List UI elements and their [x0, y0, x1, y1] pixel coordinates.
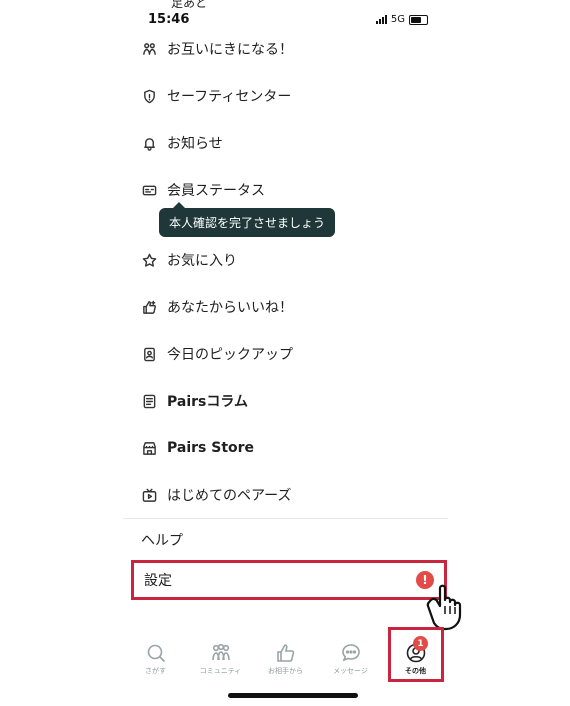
search-icon	[147, 644, 165, 663]
menu-label: 今日のピックアップ	[167, 347, 293, 363]
verification-tooltip[interactable]: 本人確認を完了させましょう	[159, 202, 336, 237]
tab-likes-received[interactable]: お相手から	[253, 638, 318, 688]
tv-icon	[141, 487, 157, 503]
message-icon	[341, 644, 360, 662]
bell-icon	[141, 135, 157, 151]
menu-label: Pairs Store	[167, 440, 255, 456]
menu-label: お知らせ	[167, 136, 223, 152]
menu-item-member-status[interactable]: 会員ステータス	[141, 176, 431, 204]
tab-other-highlight	[388, 627, 444, 682]
help-link[interactable]: ヘルプ	[141, 530, 183, 550]
tab-label: コミュニティ	[199, 667, 242, 675]
status-time: 15:46	[148, 12, 190, 27]
menu-label: 会員ステータス	[167, 183, 265, 199]
tab-messages[interactable]: メッセージ	[318, 638, 383, 688]
signal-icon	[375, 15, 387, 24]
tab-label: メッセージ	[333, 667, 368, 675]
menu-item-notices[interactable]: お知らせ	[141, 129, 431, 157]
mutual-icon	[141, 41, 157, 57]
member-card-icon	[141, 182, 157, 198]
menu-item-pickup[interactable]: 今日のピックアップ	[141, 340, 431, 368]
section-divider	[123, 518, 448, 519]
battery-icon	[409, 14, 428, 25]
menu-label: Pairsコラム	[167, 394, 248, 410]
pickup-icon	[141, 346, 157, 362]
status-indicators: 5G	[375, 14, 428, 25]
menu-item-pairs-store[interactable]: Pairs Store	[141, 434, 431, 462]
thumbs-up-icon	[276, 644, 294, 662]
menu-label: あなたからいいね！	[167, 300, 293, 316]
top-partial-text: 足あと	[171, 0, 208, 10]
settings-label: 設定	[144, 573, 172, 589]
home-indicator	[228, 693, 358, 698]
store-icon	[141, 440, 157, 456]
menu-item-beginners-guide[interactable]: はじめてのペアーズ	[141, 481, 431, 509]
menu-item-mutual[interactable]: お互いにきになる！	[141, 35, 431, 63]
phone-screen: 足あと 15:46 5G お互いにきになる！ セーフティセンター お知らせ 会員…	[123, 0, 462, 706]
star-icon	[141, 252, 157, 268]
network-label: 5G	[390, 14, 405, 25]
menu-label: セーフティセンター	[167, 89, 292, 105]
tab-community[interactable]: コミュニティ	[188, 638, 253, 688]
thumbs-up-icon	[141, 299, 157, 315]
menu-label: はじめてのペアーズ	[167, 488, 292, 504]
column-icon	[141, 393, 157, 409]
tab-label: お相手から	[268, 667, 303, 675]
tab-label: さがす	[145, 667, 166, 675]
menu-item-favorites[interactable]: お気に入り	[141, 246, 431, 274]
menu-item-likes-sent[interactable]: あなたからいいね！	[141, 293, 431, 321]
menu-item-safety-center[interactable]: セーフティセンター	[141, 82, 431, 110]
community-icon	[211, 643, 230, 661]
menu-item-pairs-column[interactable]: Pairsコラム	[141, 387, 431, 415]
menu-label: お互いにきになる！	[167, 42, 293, 58]
settings-row[interactable]: 設定 !	[131, 560, 447, 600]
shield-icon	[141, 88, 157, 104]
tab-search[interactable]: さがす	[123, 638, 188, 688]
menu-label: お気に入り	[167, 253, 237, 269]
